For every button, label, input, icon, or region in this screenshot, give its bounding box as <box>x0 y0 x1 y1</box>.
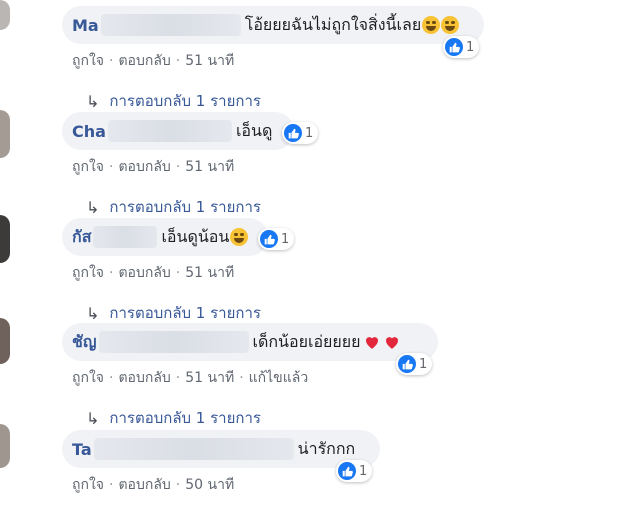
replies-count-label: การตอบกลับ 1 รายการ <box>109 304 261 322</box>
separator: · <box>109 370 114 386</box>
view-replies-link[interactable]: ↳ การตอบกลับ 1 รายการ <box>86 406 261 430</box>
comment-text: เด็กน้อยเอ่ยยยย <box>252 331 361 351</box>
reaction-badge[interactable]: 1 <box>396 353 433 375</box>
separator: · <box>109 265 114 281</box>
reaction-badge[interactable]: 1 <box>336 460 373 482</box>
like-link[interactable]: ถูกใจ <box>72 477 104 493</box>
reaction-count: 1 <box>466 39 475 55</box>
reaction-count: 1 <box>359 463 368 479</box>
separator: · <box>109 53 114 69</box>
reply-link[interactable]: ตอบกลับ <box>118 265 170 281</box>
separator: · <box>175 477 181 493</box>
separator: · <box>175 159 181 175</box>
reply-link[interactable]: ตอบกลับ <box>118 53 170 69</box>
comment-text: น่ารักกก <box>297 438 356 458</box>
comment-actions: ถูกใจ · ตอบกลับ · 51 นาที · แก้ไขแล้ว <box>72 367 308 389</box>
comment-bubble: Cha เอ็นดู <box>62 112 294 150</box>
blurred-name <box>93 226 158 248</box>
blurred-name <box>100 14 241 36</box>
reply-arrow-icon: ↳ <box>86 197 100 217</box>
reaction-count: 1 <box>419 356 428 372</box>
commenter-name[interactable]: ชัญ <box>72 330 97 355</box>
separator: · <box>109 159 114 175</box>
red-heart <box>365 337 378 349</box>
reply-link[interactable]: ตอบกลับ <box>118 477 170 493</box>
comment-text: เอ็นดูน้อน <box>161 226 230 246</box>
reaction-badge[interactable]: 1 <box>443 36 480 58</box>
timestamp[interactable]: 50 นาที <box>185 477 234 493</box>
rofl-emoji <box>422 16 441 34</box>
blurred-name <box>93 438 294 460</box>
replies-count-label: การตอบกลับ 1 รายการ <box>109 198 261 216</box>
like-link[interactable]: ถูกใจ <box>72 265 104 281</box>
grin-emoji <box>230 228 249 246</box>
blurred-name <box>98 331 249 353</box>
timestamp[interactable]: 51 นาที <box>185 53 234 69</box>
reaction-badge[interactable]: 1 <box>258 228 295 250</box>
view-replies-link[interactable]: ↳ การตอบกลับ 1 รายการ <box>86 89 261 113</box>
comment-bubble: Ma โอ้ยยยฉันไม่ถูกใจสิ่งนี้เลย <box>62 6 484 44</box>
reply-arrow-icon: ↳ <box>86 408 100 428</box>
red-heart <box>385 337 398 349</box>
comment-actions: ถูกใจ · ตอบกลับ · 51 นาที <box>72 50 234 72</box>
like-icon <box>284 124 302 142</box>
like-link[interactable]: ถูกใจ <box>72 370 104 386</box>
reaction-count: 1 <box>281 231 290 247</box>
comment-actions: ถูกใจ · ตอบกลับ · 51 นาที <box>72 262 234 284</box>
reaction-badge[interactable]: 1 <box>282 122 319 144</box>
like-icon <box>445 38 463 56</box>
commenter-name[interactable]: Ma <box>72 16 99 35</box>
avatar[interactable] <box>0 318 10 364</box>
comment-actions: ถูกใจ · ตอบกลับ · 50 นาที <box>72 474 234 496</box>
like-link[interactable]: ถูกใจ <box>72 53 104 69</box>
rofl-emoji <box>441 16 460 34</box>
commenter-name[interactable]: Cha <box>72 122 106 141</box>
comment-actions: ถูกใจ · ตอบกลับ · 51 นาที <box>72 156 234 178</box>
avatar[interactable] <box>0 110 10 158</box>
comment-text: โอ้ยยยฉันไม่ถูกใจสิ่งนี้เลย <box>244 14 422 34</box>
edited-label: แก้ไขแล้ว <box>248 370 309 386</box>
separator: · <box>175 53 181 69</box>
avatar[interactable] <box>0 424 10 468</box>
avatar[interactable] <box>0 0 10 30</box>
timestamp[interactable]: 51 นาที <box>185 265 234 281</box>
comment-bubble: ชัญ เด็กน้อยเอ่ยยยย <box>62 323 438 361</box>
replies-count-label: การตอบกลับ 1 รายการ <box>109 92 261 110</box>
separator: · <box>175 370 181 386</box>
comment-text: เอ็นดู <box>235 120 273 140</box>
reply-arrow-icon: ↳ <box>86 91 100 111</box>
commenter-name[interactable]: กัส <box>72 225 91 250</box>
reply-link[interactable]: ตอบกลับ <box>118 370 170 386</box>
reaction-count: 1 <box>305 125 314 141</box>
view-replies-link[interactable]: ↳ การตอบกลับ 1 รายการ <box>86 301 261 325</box>
avatar[interactable] <box>0 215 10 263</box>
like-link[interactable]: ถูกใจ <box>72 159 104 175</box>
blurred-name <box>107 120 232 142</box>
reply-arrow-icon: ↳ <box>86 303 100 323</box>
timestamp[interactable]: 51 นาที <box>185 159 234 175</box>
timestamp[interactable]: 51 นาที <box>185 370 234 386</box>
reply-link[interactable]: ตอบกลับ <box>118 159 170 175</box>
separator: · <box>239 370 244 386</box>
avatar-strip <box>0 0 16 505</box>
comment-bubble: Ta น่ารักกก <box>62 430 380 468</box>
like-icon <box>260 230 278 248</box>
like-icon <box>398 355 416 373</box>
view-replies-link[interactable]: ↳ การตอบกลับ 1 รายการ <box>86 195 261 219</box>
separator: · <box>175 265 181 281</box>
commenter-name[interactable]: Ta <box>72 440 92 459</box>
replies-count-label: การตอบกลับ 1 รายการ <box>109 409 261 427</box>
like-icon <box>338 462 356 480</box>
comment-bubble: กัส เอ็นดูน้อน <box>62 218 268 256</box>
separator: · <box>109 477 114 493</box>
